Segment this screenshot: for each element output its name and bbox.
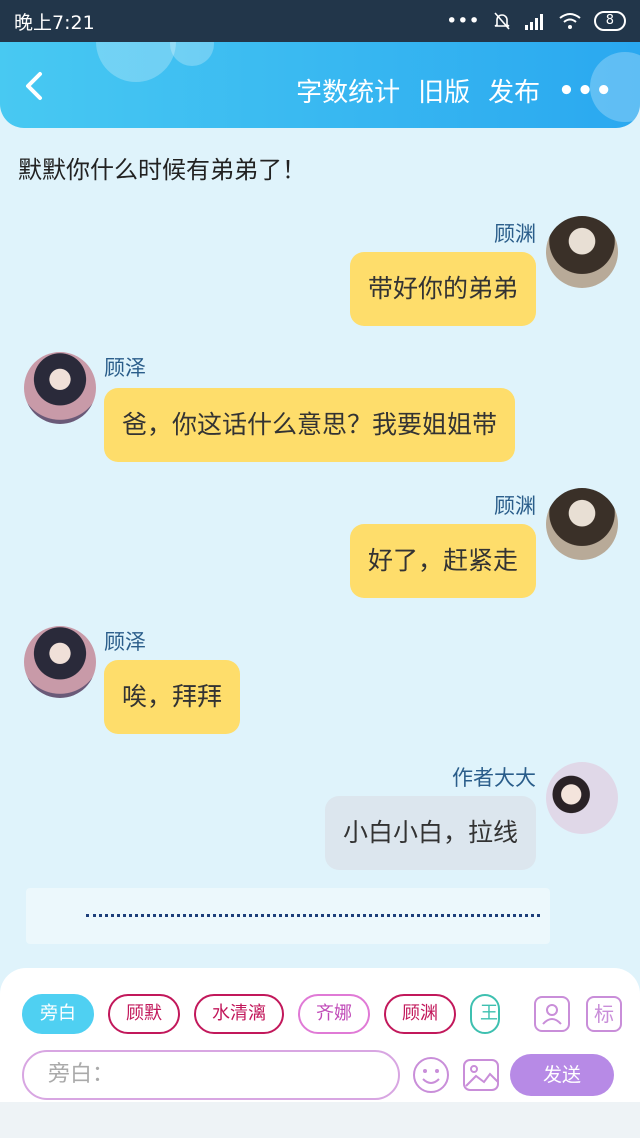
image-icon[interactable] (462, 1056, 500, 1094)
character-manage-icon[interactable] (534, 996, 570, 1032)
publish-button[interactable]: 发布 (488, 72, 540, 109)
mute-icon (494, 12, 510, 30)
message-sender-name: 顾渊 (494, 222, 536, 246)
avatar-guyuan[interactable] (546, 488, 618, 560)
back-arrow-icon[interactable] (20, 70, 48, 102)
editor-header: 字数统计 旧版 发布 ••• (0, 42, 640, 128)
dotted-separator (86, 914, 540, 917)
chip-character[interactable]: 王 (470, 994, 500, 1034)
character-chips: 旁白 顾默 水清漓 齐娜 顾渊 王 (22, 994, 500, 1034)
status-time: 晚上7:21 (14, 11, 95, 34)
chip-narrator[interactable]: 旁白 (22, 994, 94, 1034)
avatar-guze[interactable] (24, 352, 96, 424)
mark-button[interactable]: 标 (586, 996, 622, 1032)
battery-indicator: 8 (593, 11, 626, 31)
message-bubble[interactable]: 爸，你这话什么意思？我要姐姐带 (104, 388, 516, 462)
emoji-icon[interactable] (412, 1056, 450, 1094)
word-count-button[interactable]: 字数统计 (296, 72, 400, 109)
decor-bubble (96, 42, 176, 82)
message-sender-name: 作者大大 (452, 766, 536, 790)
wifi-icon (559, 13, 581, 29)
chip-character[interactable]: 齐娜 (298, 994, 370, 1034)
bottom-strip (0, 1102, 640, 1138)
avatar-author[interactable] (546, 762, 618, 834)
input-panel: 旁白 顾默 水清漓 齐娜 顾渊 王 标 旁白： 发送 (0, 968, 640, 1102)
message-sender-name: 顾渊 (494, 494, 536, 518)
old-version-button[interactable]: 旧版 (418, 72, 470, 109)
chip-character[interactable]: 水清漓 (194, 994, 284, 1034)
message-input[interactable]: 旁白： (22, 1050, 400, 1100)
more-options-button[interactable]: ••• (558, 76, 614, 106)
narration-text: 默默你什么时候有弟弟了！ (18, 156, 306, 184)
message-bubble[interactable]: 好了，赶紧走 (349, 524, 536, 598)
decor-bubble (170, 42, 214, 66)
send-button[interactable]: 发送 (510, 1054, 614, 1096)
message-bubble[interactable]: 带好你的弟弟 (349, 252, 536, 326)
chip-character[interactable]: 顾默 (108, 994, 180, 1034)
message-bubble[interactable]: 小白小白，拉线 (324, 796, 536, 870)
message-bubble[interactable]: 唉，拜拜 (104, 660, 241, 734)
status-bar: 晚上7:21 ••• 8 (0, 0, 640, 42)
message-sender-name: 顾泽 (104, 356, 146, 380)
avatar-guyuan[interactable] (546, 216, 618, 288)
message-sender-name: 顾泽 (104, 630, 146, 654)
avatar-guze[interactable] (24, 626, 96, 698)
signal-dots: ••• (446, 10, 480, 32)
chip-character[interactable]: 顾渊 (384, 994, 456, 1034)
signal-icon (524, 14, 543, 30)
